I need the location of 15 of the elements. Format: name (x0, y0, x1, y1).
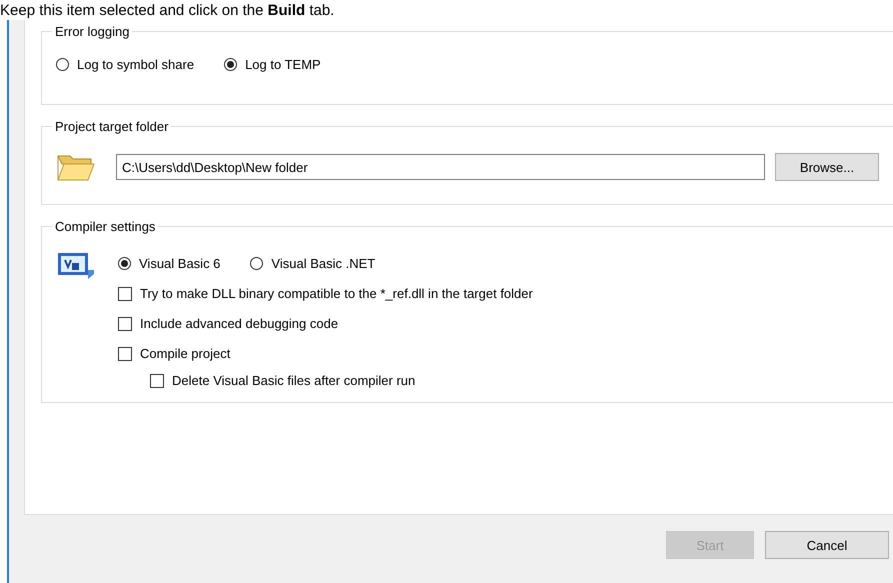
group-title: Project target folder (54, 119, 170, 134)
group-title: Error logging (54, 24, 130, 39)
checkbox[interactable]: Include advanced debugging code (118, 316, 533, 331)
group-title: Compiler settings (54, 219, 156, 234)
checkbox[interactable]: Compile project (118, 346, 533, 361)
checkbox[interactable]: Try to make DLL binary compatible to the *_ref.dll in the target folder (118, 286, 533, 301)
cancel-button[interactable]: Cancel (765, 531, 889, 559)
folder-path-field[interactable]: C:\Users\dd\Desktop\New folder (116, 154, 765, 180)
radio-button[interactable]: Visual Basic 6 (118, 256, 220, 271)
radio-button[interactable]: Log to symbol share (56, 57, 194, 72)
checkbox[interactable]: Delete Visual Basic files after compiler run (150, 373, 533, 388)
radio-button[interactable]: Log to TEMP (224, 57, 321, 72)
instruction-text: Keep this item selected and click on the Build tab. (0, 2, 334, 20)
radio-button[interactable]: Visual Basic .NET (250, 256, 376, 271)
browse-button[interactable]: Browse... (775, 153, 879, 181)
